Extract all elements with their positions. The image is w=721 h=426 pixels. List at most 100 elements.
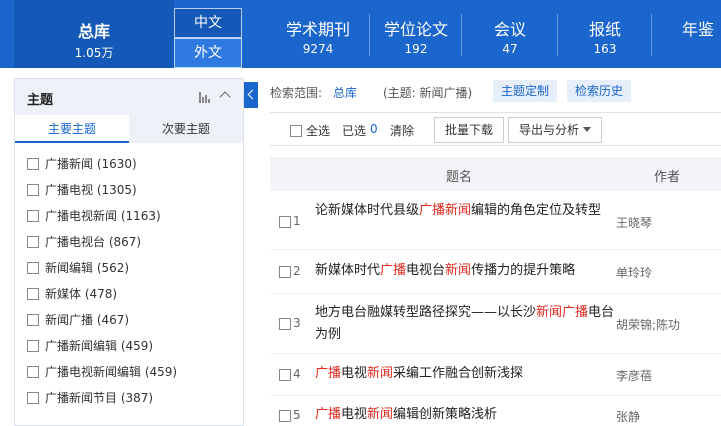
table-row: 4 广播电视新闻采编工作融合创新浅探 李彦蓓 bbox=[270, 354, 721, 396]
nav-label: 年鉴 bbox=[682, 20, 715, 39]
title-text: 传播力的提升策略 bbox=[471, 263, 576, 278]
row-checkbox[interactable] bbox=[279, 369, 291, 381]
facet-header: 主题 bbox=[15, 79, 243, 115]
facet-item[interactable]: 广播新闻 (1630) bbox=[27, 155, 137, 173]
title-text: 采编工作融合创新浅探 bbox=[393, 366, 524, 381]
column-author-header[interactable]: 作者 bbox=[654, 166, 680, 185]
row-author[interactable]: 胡荣锦;陈功 bbox=[616, 316, 680, 333]
facet-item[interactable]: 广播新闻编辑 (459) bbox=[27, 337, 153, 355]
facet-label: 广播电视台 (867) bbox=[45, 235, 142, 249]
nav-journals[interactable]: 学术期刊 9274 bbox=[266, 0, 370, 68]
nav-count: 192 bbox=[404, 42, 428, 56]
row-author[interactable]: 单玲玲 bbox=[616, 264, 652, 281]
row-title-link[interactable]: 广播电视新闻编辑创新策略浅析 bbox=[315, 404, 615, 426]
facet-label: 广播电视 (1305) bbox=[45, 183, 137, 197]
facet-item[interactable]: 广播电视 (1305) bbox=[27, 181, 137, 199]
nav-yearbooks[interactable]: 年鉴 bbox=[652, 0, 721, 68]
row-title-link[interactable]: 论新媒体时代县级广播新闻编辑的角色定位及转型 bbox=[315, 200, 615, 222]
nav-count: 163 bbox=[593, 42, 617, 56]
facet-checkbox[interactable] bbox=[27, 366, 39, 378]
table-row: 3 地方电台融媒转型路径探究——以长沙新闻广播电台为例 胡荣锦;陈功 bbox=[270, 294, 721, 354]
facet-checkbox[interactable] bbox=[27, 314, 39, 326]
row-title-link[interactable]: 广播电视新闻采编工作融合创新浅探 bbox=[315, 363, 615, 385]
facet-label: 新闻广播 (467) bbox=[45, 313, 130, 327]
nav-label: 学术期刊 bbox=[285, 20, 350, 39]
table-row: 5 广播电视新闻编辑创新策略浅析 张静 bbox=[270, 396, 721, 426]
facet-label: 新闻编辑 (562) bbox=[45, 261, 130, 275]
row-title-link[interactable]: 地方电台融媒转型路径探究——以长沙新闻广播电台为例 bbox=[315, 302, 615, 346]
title-text: 电视台 bbox=[406, 263, 446, 278]
title-text: 论新媒体时代县级 bbox=[315, 203, 420, 218]
nav-total-library[interactable]: 总库 1.05万 bbox=[14, 0, 174, 68]
row-checkbox[interactable] bbox=[279, 216, 291, 228]
search-history-button[interactable]: 检索历史 bbox=[567, 80, 632, 102]
nav-label: 报纸 bbox=[588, 20, 621, 39]
facet-item[interactable]: 广播电视新闻 (1163) bbox=[27, 207, 161, 225]
batch-download-button[interactable]: 批量下载 bbox=[434, 117, 505, 143]
facet-checkbox[interactable] bbox=[27, 236, 39, 248]
facet-item[interactable]: 广播电视新闻编辑 (459) bbox=[27, 363, 177, 381]
facet-checkbox[interactable] bbox=[27, 392, 39, 404]
export-analysis-dropdown[interactable]: 导出与分析 bbox=[508, 117, 603, 143]
row-checkbox[interactable] bbox=[279, 318, 291, 330]
nav-total-count: 1.05万 bbox=[74, 46, 114, 60]
facet-title: 主题 bbox=[27, 93, 54, 108]
collapse-sidebar-button[interactable] bbox=[244, 82, 258, 108]
row-number: 1 bbox=[293, 214, 301, 228]
facet-checkbox[interactable] bbox=[27, 340, 39, 352]
row-checkbox[interactable] bbox=[279, 410, 291, 422]
table-row: 1 论新媒体时代县级广播新闻编辑的角色定位及转型 王晓琴 bbox=[270, 192, 721, 250]
selected-count[interactable]: 0 bbox=[370, 122, 378, 136]
title-text: 新媒体时代 bbox=[315, 263, 381, 278]
facet-label: 广播新闻编辑 (459) bbox=[45, 339, 154, 353]
tab-secondary-topic[interactable]: 次要主题 bbox=[129, 115, 243, 143]
selected-label: 已选 bbox=[342, 124, 367, 138]
scope-value-link[interactable]: 总库 bbox=[333, 84, 357, 101]
nav-theses[interactable]: 学位论文 192 bbox=[370, 0, 462, 68]
facet-checkbox[interactable] bbox=[27, 262, 39, 274]
title-keyword-highlight: 广播 bbox=[380, 263, 407, 278]
select-all-checkbox[interactable] bbox=[290, 125, 302, 137]
nav-conferences[interactable]: 会议 47 bbox=[462, 0, 558, 68]
lang-foreign-button[interactable]: 外文 bbox=[174, 38, 242, 68]
facet-item[interactable]: 广播新闻节目 (387) bbox=[27, 389, 153, 407]
facet-item[interactable]: 新闻广播 (467) bbox=[27, 311, 129, 329]
nav-newspapers[interactable]: 报纸 163 bbox=[558, 0, 652, 68]
facet-item[interactable]: 广播电视台 (867) bbox=[27, 233, 141, 251]
title-text: 电视 bbox=[341, 366, 368, 381]
select-all[interactable]: 全选 bbox=[290, 122, 330, 139]
row-title-link[interactable]: 新媒体时代广播电视台新闻传播力的提升策略 bbox=[315, 260, 615, 282]
tab-main-topic[interactable]: 主要主题 bbox=[15, 115, 129, 143]
facet-item[interactable]: 新媒体 (478) bbox=[27, 285, 117, 303]
chevron-up-icon[interactable] bbox=[219, 91, 231, 103]
export-label: 导出与分析 bbox=[519, 123, 580, 137]
title-text: 编辑创新策略浅析 bbox=[393, 407, 498, 422]
topic-facet-panel: 主题 主要主题 次要主题 广播新闻 (1630) 广播电视 (1305) 广播电… bbox=[14, 78, 244, 426]
facet-checkbox[interactable] bbox=[27, 158, 39, 170]
title-keyword-highlight: 广播 bbox=[315, 407, 342, 422]
clear-button[interactable]: 清除 bbox=[390, 122, 414, 139]
title-keyword-highlight: 新闻 bbox=[367, 407, 394, 422]
title-keyword-highlight: 新闻广播 bbox=[536, 305, 589, 320]
row-author[interactable]: 李彦蓓 bbox=[616, 367, 652, 384]
scope-topic: (主题: 新闻广播) bbox=[383, 86, 473, 100]
row-author[interactable]: 张静 bbox=[616, 408, 640, 425]
row-author[interactable]: 王晓琴 bbox=[616, 214, 652, 231]
lang-chinese-button[interactable]: 中文 bbox=[174, 8, 242, 38]
title-keyword-highlight: 广播 bbox=[315, 366, 342, 381]
nav-label: 学位论文 bbox=[383, 20, 448, 39]
title-keyword-highlight: 广播新闻 bbox=[419, 203, 472, 218]
topic-custom-button[interactable]: 主题定制 bbox=[493, 80, 558, 102]
facet-label: 广播新闻 (1630) bbox=[45, 157, 137, 171]
facet-item[interactable]: 新闻编辑 (562) bbox=[27, 259, 129, 277]
select-all-label: 全选 bbox=[306, 124, 331, 138]
row-checkbox[interactable] bbox=[279, 266, 291, 278]
bar-chart-icon[interactable] bbox=[199, 92, 211, 103]
title-text: 地方电台融媒转型路径探究——以长沙 bbox=[315, 305, 537, 320]
facet-checkbox[interactable] bbox=[27, 210, 39, 222]
facet-checkbox[interactable] bbox=[27, 288, 39, 300]
column-title-header[interactable]: 题名 bbox=[446, 166, 472, 185]
row-number: 4 bbox=[293, 367, 301, 381]
title-keyword-highlight: 新闻 bbox=[445, 263, 472, 278]
facet-checkbox[interactable] bbox=[27, 184, 39, 196]
